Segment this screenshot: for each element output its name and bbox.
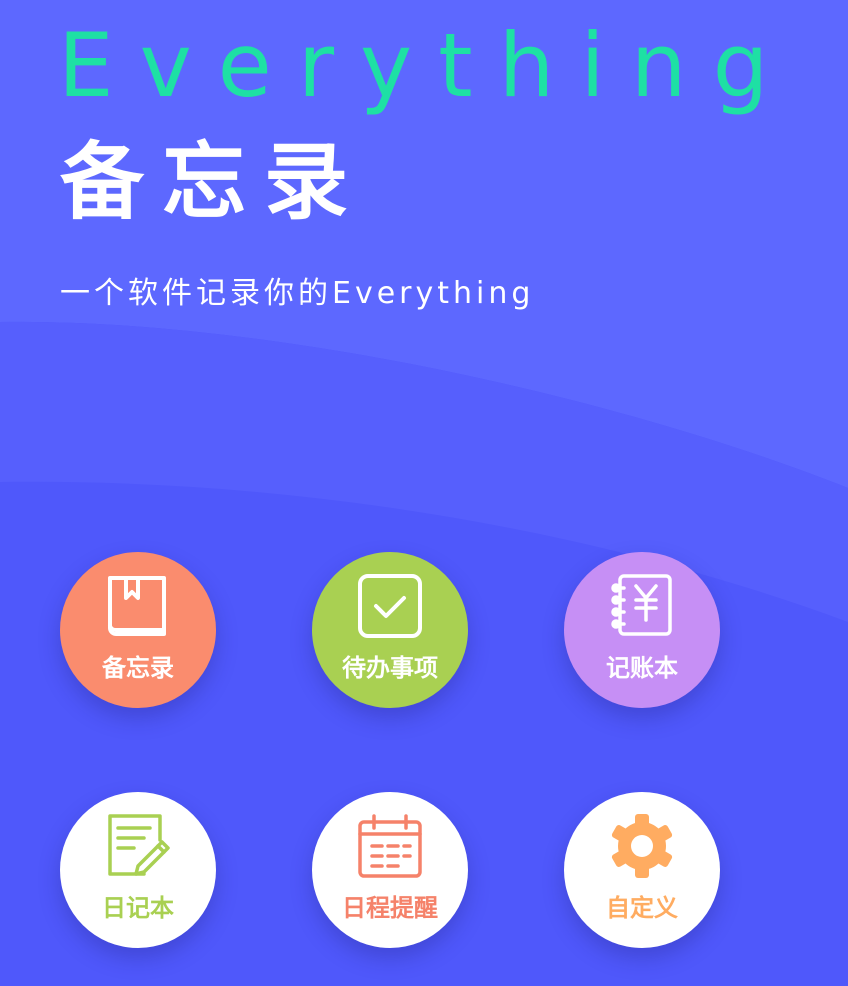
memo-label: 备忘录 — [102, 654, 174, 682]
ledger-button[interactable]: 记账本 — [564, 552, 720, 708]
tagline: 一个软件记录你的Everything — [60, 276, 535, 311]
diary-button[interactable]: 日记本 — [60, 792, 216, 948]
memo-button[interactable]: 备忘录 — [60, 552, 216, 708]
schedule-label: 日程提醒 — [342, 894, 438, 922]
diary-label: 日记本 — [102, 894, 174, 922]
ledger-yuan-icon — [611, 574, 672, 636]
brand-title: Everything — [58, 14, 795, 117]
gear-icon — [611, 814, 673, 878]
book-icon — [108, 576, 166, 636]
diary-pen-icon — [108, 814, 170, 876]
todo-button[interactable]: 待办事项 — [312, 552, 468, 708]
todo-label: 待办事项 — [342, 654, 438, 682]
calendar-icon — [358, 814, 422, 878]
custom-button[interactable]: 自定义 — [564, 792, 720, 948]
app-title: 备忘录 — [60, 133, 367, 231]
schedule-button[interactable]: 日程提醒 — [312, 792, 468, 948]
ledger-label: 记账本 — [606, 654, 678, 682]
custom-label: 自定义 — [606, 894, 678, 922]
checkbox-icon — [358, 574, 422, 638]
